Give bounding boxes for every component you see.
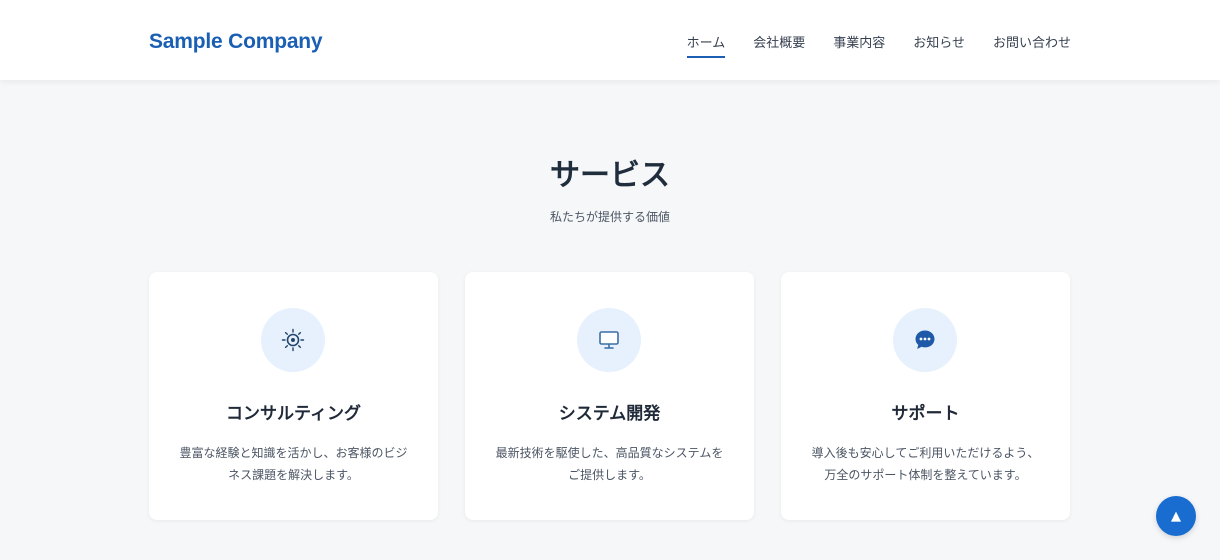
card-description: 豊富な経験と知識を活かし、お客様のビジ ネス課題を解決します。 [173, 442, 414, 486]
scroll-to-top-button[interactable]: ▲ [1156, 496, 1196, 536]
nav-item-news[interactable]: お知らせ [913, 32, 965, 57]
nav-item-about[interactable]: 会社概要 [753, 32, 805, 57]
card-title: システム開発 [558, 404, 661, 424]
card-desc-line: ネス課題を解決します。 [228, 468, 359, 482]
section-subtitle: 私たちが提供する価値 [549, 210, 670, 224]
section-title: サービス [550, 158, 670, 193]
card-desc-line: 万全のサポート体制を整えています。 [824, 468, 1027, 482]
arrow-up-icon: ▲ [1171, 508, 1181, 524]
nav-item-contact[interactable]: お問い合わせ [993, 32, 1071, 57]
card-description: 最新技術を駆使した、高品質なシステムを ご提供します。 [489, 442, 730, 486]
nav-item-home[interactable]: ホーム [686, 32, 725, 58]
main-nav: ホーム 会社概要 事業内容 お知らせ お問い合わせ [686, 32, 1071, 58]
chat-bubble-icon [893, 308, 957, 372]
gear-icon [261, 308, 325, 372]
site-logo[interactable]: Sample Company [149, 30, 323, 54]
monitor-icon [577, 308, 641, 372]
service-card-system-dev: システム開発 最新技術を駆使した、高品質なシステムを ご提供します。 [465, 272, 754, 520]
card-description: 導入後も安心してご利用いただけるよう、 万全のサポート体制を整えています。 [805, 442, 1046, 486]
card-desc-line: 最新技術を駆使した、高品質なシステムを [495, 446, 724, 460]
service-card-consulting: コンサルティング 豊富な経験と知識を活かし、お客様のビジ ネス課題を解決します。 [149, 272, 438, 520]
card-desc-line: ご提供します。 [568, 468, 651, 482]
nav-item-business[interactable]: 事業内容 [833, 32, 885, 57]
card-title: サポート [891, 404, 960, 424]
site-header: Sample Company ホーム 会社概要 事業内容 お知らせ お問い合わせ [0, 0, 1220, 80]
service-card-support: サポート 導入後も安心してご利用いただけるよう、 万全のサポート体制を整えていま… [781, 272, 1070, 520]
card-title: コンサルティング [226, 404, 361, 424]
service-cards: コンサルティング 豊富な経験と知識を活かし、お客様のビジ ネス課題を解決します。… [149, 272, 1070, 520]
card-desc-line: 豊富な経験と知識を活かし、お客様のビジ [179, 446, 408, 460]
card-desc-line: 導入後も安心してご利用いただけるよう、 [811, 446, 1040, 460]
